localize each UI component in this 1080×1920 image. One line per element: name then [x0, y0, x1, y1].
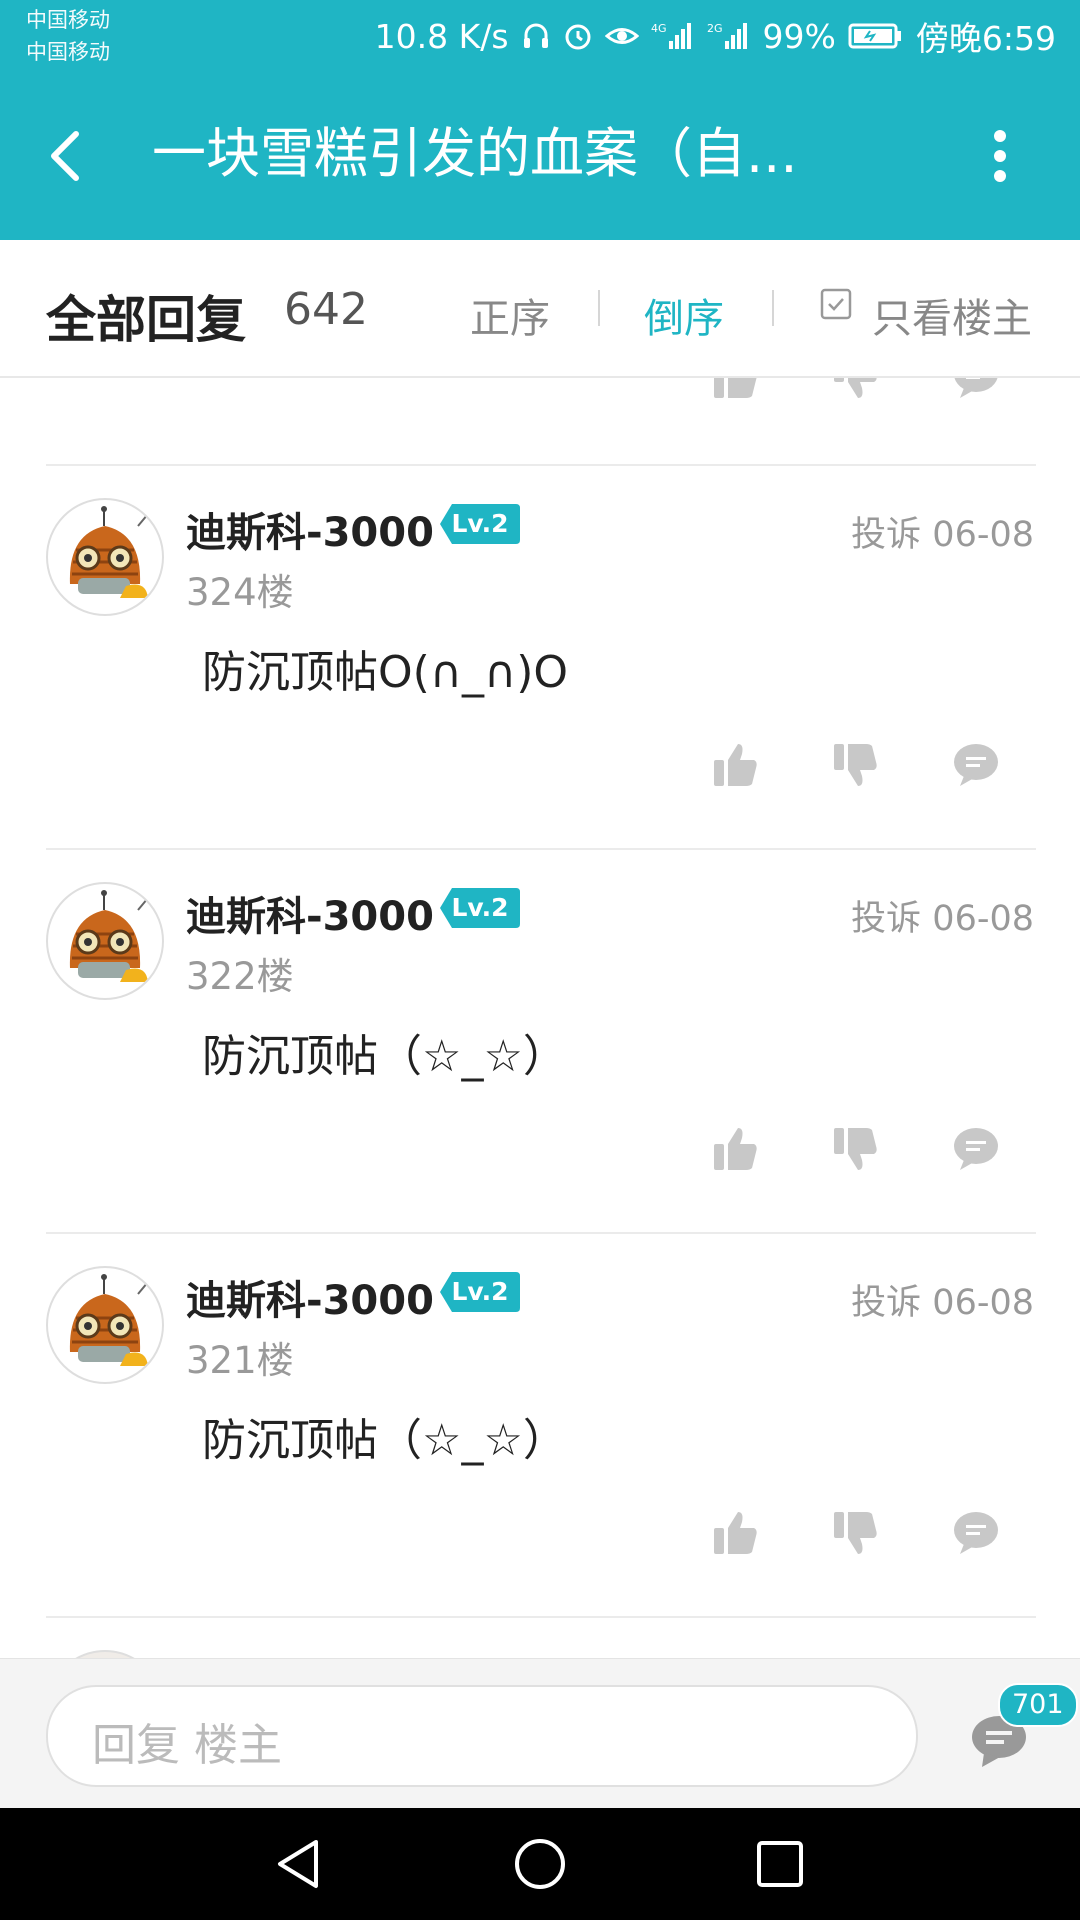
thumbs-down-icon[interactable]	[830, 740, 882, 790]
reply-item: 迪斯科-3000 Lv.2 投诉 06-08 321楼 防沉顶帖（☆_☆）	[0, 1234, 1080, 1618]
level-badge: Lv.2	[440, 886, 520, 930]
report-link[interactable]: 投诉	[851, 899, 921, 939]
eye-icon	[604, 21, 639, 51]
thumbs-up-icon[interactable]	[710, 740, 762, 790]
clock: 傍晚6:59	[915, 19, 1056, 58]
back-button[interactable]	[38, 120, 98, 192]
username[interactable]: 迪斯科-3000	[186, 1268, 434, 1326]
level-label: Lv.2	[451, 893, 509, 922]
net-speed: 10.8 K/s	[374, 16, 509, 56]
floor-number: 321楼	[186, 1339, 294, 1382]
comment-icon[interactable]	[950, 1124, 1002, 1174]
only-op-label[interactable]: 只看楼主	[872, 286, 1032, 344]
signal-2g-icon: 2G	[707, 21, 751, 51]
post-date: 06-08	[932, 515, 1034, 555]
comment-icon[interactable]	[950, 740, 1002, 790]
avatar[interactable]	[46, 1266, 164, 1384]
reply-list: 迪斯科-3000 Lv.2 投诉 06-08 324楼 防沉顶帖O(∩_∩)O	[0, 378, 1080, 1658]
level-badge: Lv.2	[440, 502, 520, 546]
post-date: 06-08	[932, 1283, 1034, 1323]
home-circle-icon[interactable]	[512, 1836, 568, 1892]
sort-descending-button[interactable]: 倒序	[644, 286, 724, 344]
status-icons: 10.8 K/s 4G 2G 99% 傍晚6:59	[375, 12, 1056, 60]
separator	[598, 290, 600, 326]
thumbs-down-icon[interactable]	[830, 1124, 882, 1174]
thumbs-up-icon[interactable]	[710, 378, 762, 402]
post-meta: 投诉 06-08	[851, 506, 1034, 557]
carrier-name: 中国移动	[26, 8, 110, 32]
reply-placeholder: 回复 楼主	[92, 1720, 282, 1771]
system-nav-bar	[0, 1808, 1080, 1920]
avatar[interactable]	[46, 498, 164, 616]
reply-item: 迪斯科-3000 Lv.2 投诉 06-08 322楼 防沉顶帖（☆_☆）	[0, 850, 1080, 1234]
separator	[772, 290, 774, 326]
alarm-icon	[563, 21, 593, 51]
floor-number: 324楼	[186, 571, 294, 614]
svg-text:2G: 2G	[707, 22, 723, 35]
floor-number: 322楼	[186, 955, 294, 998]
sort-ascending-button[interactable]: 正序	[470, 286, 550, 344]
reply-input[interactable]: 回复 楼主	[46, 1685, 918, 1787]
battery-percent: 99%	[762, 16, 836, 56]
level-label: Lv.2	[451, 1277, 509, 1306]
divider	[46, 1616, 1036, 1618]
status-bar: 中国移动 中国移动 10.8 K/s 4G 2G 99% 傍晚6:59	[0, 0, 1080, 72]
back-triangle-icon[interactable]	[272, 1836, 328, 1892]
username[interactable]: 迪斯科-3000	[186, 500, 434, 558]
report-link[interactable]: 投诉	[851, 515, 921, 555]
page-title: 一块雪糕引发的血案（自...	[152, 122, 798, 185]
username[interactable]: 迪斯科-3000	[186, 884, 434, 942]
comment-count-badge: 701	[998, 1683, 1078, 1727]
reply-count: 642	[284, 284, 368, 335]
avatar[interactable]	[46, 1650, 164, 1658]
reply-sort-bar: 全部回复 642 正序 倒序 只看楼主	[0, 240, 1080, 378]
more-options-button[interactable]	[978, 120, 1022, 192]
battery-icon	[848, 21, 904, 51]
recents-square-icon[interactable]	[752, 1836, 808, 1892]
svg-text:4G: 4G	[651, 22, 667, 35]
reply-item: 迪斯科-3000 Lv.2 投诉 06-08 324楼 防沉顶帖O(∩_∩)O	[0, 466, 1080, 850]
post-meta: 投诉 06-08	[851, 890, 1034, 941]
level-badge: Lv.2	[440, 1270, 520, 1314]
reply-text: 防沉顶帖O(∩_∩)O	[202, 647, 569, 698]
thumbs-down-icon[interactable]	[830, 1508, 882, 1558]
only-op-checkbox[interactable]	[820, 288, 852, 320]
thumbs-down-icon[interactable]	[830, 378, 882, 402]
post-meta: 投诉 06-08	[851, 1274, 1034, 1325]
reply-text: 防沉顶帖（☆_☆）	[202, 1031, 567, 1082]
reply-bar: 回复 楼主 701	[0, 1658, 1080, 1809]
headphones-icon	[521, 21, 551, 51]
carrier-name: 中国移动	[26, 40, 110, 64]
previous-post-actions	[0, 378, 1080, 402]
comment-icon[interactable]	[950, 378, 1002, 402]
post-date: 06-08	[932, 899, 1034, 939]
comment-icon[interactable]	[950, 1508, 1002, 1558]
report-link[interactable]: 投诉	[851, 1283, 921, 1323]
signal-4g-icon: 4G	[651, 21, 695, 51]
avatar[interactable]	[46, 882, 164, 1000]
level-label: Lv.2	[451, 509, 509, 538]
replies-heading: 全部回复	[46, 291, 246, 349]
thumbs-up-icon[interactable]	[710, 1124, 762, 1174]
reply-text: 防沉顶帖（☆_☆）	[202, 1415, 567, 1466]
thumbs-up-icon[interactable]	[710, 1508, 762, 1558]
app-bar: 一块雪糕引发的血案（自...	[0, 72, 1080, 240]
